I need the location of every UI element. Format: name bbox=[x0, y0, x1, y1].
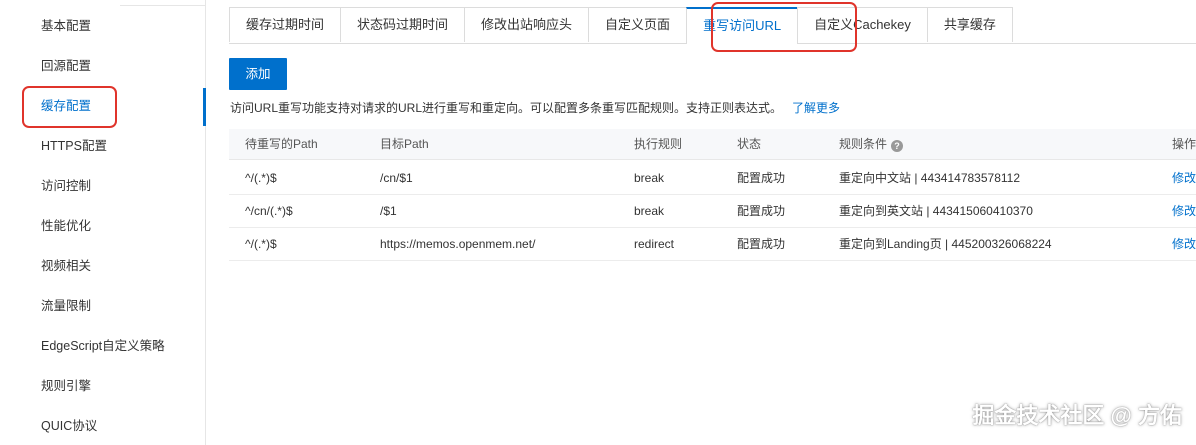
sidebar-item-access-control[interactable]: 访问控制 bbox=[41, 178, 91, 194]
cell-target-path: /cn/$1 bbox=[380, 171, 413, 185]
sidebar-item-edgescript[interactable]: EdgeScript自定义策略 bbox=[41, 338, 165, 354]
header-action: 操作 bbox=[1172, 137, 1196, 151]
cell-condition: 重定向中文站 | 443414783578112 bbox=[839, 171, 1021, 185]
header-condition: 规则条件? bbox=[839, 137, 904, 152]
tab-modify-response-header[interactable]: 修改出站响应头 bbox=[464, 7, 590, 42]
sidebar-item-basic[interactable]: 基本配置 bbox=[41, 18, 91, 34]
learn-more-link[interactable]: 了解更多 bbox=[792, 101, 840, 115]
edit-link[interactable]: 修改 bbox=[1172, 204, 1196, 218]
header-target-path: 目标Path bbox=[380, 137, 429, 151]
sidebar-item-video[interactable]: 视频相关 bbox=[41, 258, 91, 274]
header-condition-label: 规则条件 bbox=[839, 137, 888, 151]
table-row: ^/cn/(.*)$ /$1 break 配置成功 重定向到英文站 | 4434… bbox=[229, 194, 1196, 228]
cell-target-path: /$1 bbox=[380, 204, 397, 218]
sidebar-item-traffic-limit[interactable]: 流量限制 bbox=[41, 298, 91, 314]
cell-status: 配置成功 bbox=[737, 171, 786, 185]
tab-cache-expire[interactable]: 缓存过期时间 bbox=[229, 7, 342, 42]
cell-status: 配置成功 bbox=[737, 237, 786, 251]
help-icon[interactable]: ? bbox=[891, 140, 904, 152]
sidebar-active-indicator bbox=[203, 88, 206, 126]
cell-source-path: ^/(.*)$ bbox=[245, 237, 277, 251]
edit-link[interactable]: 修改 bbox=[1172, 237, 1196, 251]
sidebar-item-https[interactable]: HTTPS配置 bbox=[41, 138, 107, 154]
tab-custom-page[interactable]: 自定义页面 bbox=[588, 7, 688, 42]
description-text: 访问URL重写功能支持对请求的URL进行重写和重定向。可以配置多条重写匹配规则。… bbox=[230, 101, 783, 115]
cell-condition: 重定向到Landing页 | 445200326068224 bbox=[839, 237, 1052, 251]
cell-exec-rule: redirect bbox=[634, 237, 675, 251]
tab-rewrite-url[interactable]: 重写访问URL bbox=[686, 7, 799, 44]
table-row: ^/(.*)$ https://memos.openmem.net/ redir… bbox=[229, 227, 1196, 261]
cell-target-path: https://memos.openmem.net/ bbox=[380, 237, 536, 251]
cell-status: 配置成功 bbox=[737, 204, 786, 218]
header-source-path: 待重写的Path bbox=[245, 137, 318, 151]
cell-exec-rule: break bbox=[634, 171, 665, 185]
description: 访问URL重写功能支持对请求的URL进行重写和重定向。可以配置多条重写匹配规则。… bbox=[230, 99, 840, 116]
table-header: 待重写的Path 目标Path 执行规则 状态 规则条件? 操作 bbox=[229, 129, 1196, 160]
cell-source-path: ^/(.*)$ bbox=[245, 171, 277, 185]
sidebar-item-cache[interactable]: 缓存配置 bbox=[41, 98, 91, 114]
sidebar-item-rules-engine[interactable]: 规则引擎 bbox=[41, 378, 91, 394]
add-button[interactable]: 添加 bbox=[229, 58, 287, 90]
cell-exec-rule: break bbox=[634, 204, 665, 218]
cell-condition: 重定向到英文站 | 443415060410370 bbox=[839, 204, 1033, 218]
tab-custom-cachekey[interactable]: 自定义Cachekey bbox=[797, 7, 928, 42]
tab-status-code-expire[interactable]: 状态码过期时间 bbox=[340, 7, 466, 42]
cell-source-path: ^/cn/(.*)$ bbox=[245, 204, 293, 218]
sidebar: 基本配置 回源配置 缓存配置 HTTPS配置 访问控制 性能优化 视频相关 流量… bbox=[0, 0, 206, 445]
tab-bar: 缓存过期时间 状态码过期时间 修改出站响应头 自定义页面 重写访问URL 自定义… bbox=[229, 7, 1196, 44]
edit-link[interactable]: 修改 bbox=[1172, 171, 1196, 185]
tab-shared-cache[interactable]: 共享缓存 bbox=[926, 7, 1013, 42]
header-exec-rule: 执行规则 bbox=[634, 137, 683, 151]
sidebar-item-quic[interactable]: QUIC协议 bbox=[41, 418, 97, 434]
sidebar-item-origin[interactable]: 回源配置 bbox=[41, 58, 91, 74]
sidebar-top-edge bbox=[120, 0, 206, 6]
watermark: 掘金技术社区 @ 方佑 bbox=[972, 403, 1182, 428]
sidebar-item-performance[interactable]: 性能优化 bbox=[41, 218, 91, 234]
table-row: ^/(.*)$ /cn/$1 break 配置成功 重定向中文站 | 44341… bbox=[229, 161, 1196, 195]
header-status: 状态 bbox=[737, 137, 762, 151]
